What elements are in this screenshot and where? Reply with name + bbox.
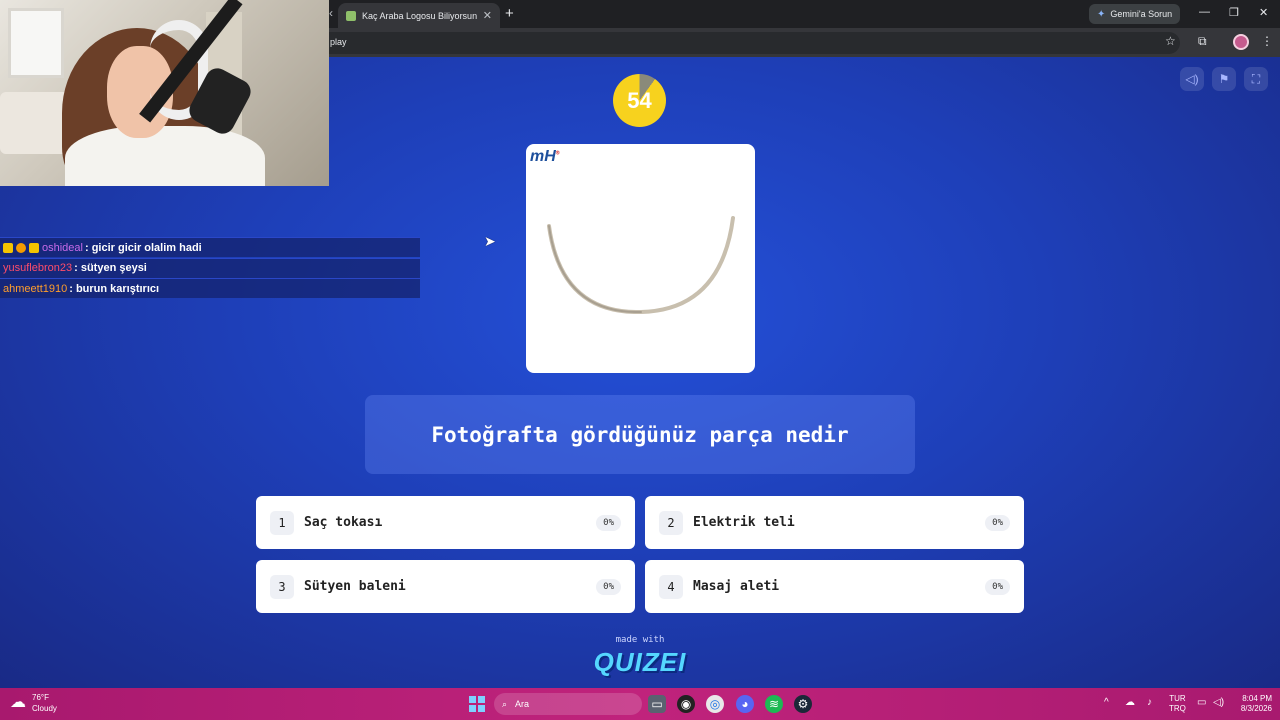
minimize-button[interactable]: — bbox=[1199, 6, 1210, 18]
mouse-cursor-icon: ➤ bbox=[484, 233, 496, 249]
extensions-icon[interactable]: ⧉ bbox=[1198, 34, 1207, 49]
search-placeholder: Ara bbox=[515, 699, 530, 709]
image-brand-logo: mH® bbox=[530, 148, 560, 165]
tab-scroll-left-icon[interactable]: ‹ bbox=[329, 6, 333, 20]
new-tab-button[interactable]: + bbox=[505, 5, 514, 22]
clock-time: 8:04 PM bbox=[1242, 694, 1272, 703]
answer-number: 1 bbox=[270, 510, 294, 535]
spotify-icon[interactable]: ≋ bbox=[765, 695, 783, 713]
cloud-icon: ☁ bbox=[10, 694, 26, 711]
network-icon[interactable]: ▭ bbox=[1197, 697, 1206, 708]
taskbar-search[interactable]: ⌕ Ara bbox=[494, 693, 642, 715]
windows-taskbar: ☁ 76°F Cloudy ⌕ Ara ▭ ◉ ◎ ◕ ≋ ⚙ ^ ☁ ♪ TU… bbox=[0, 688, 1280, 720]
chrome-icon[interactable]: ◎ bbox=[706, 695, 724, 713]
bookmark-star-icon[interactable]: ☆ bbox=[1165, 34, 1176, 48]
chat-text: : burun karıştırıcı bbox=[69, 282, 160, 295]
windows-start-icon[interactable] bbox=[469, 696, 485, 712]
question-image: mH® bbox=[526, 144, 755, 373]
maximize-button[interactable]: ❐ bbox=[1229, 6, 1239, 19]
browser-menu-icon[interactable]: ⋮ bbox=[1261, 34, 1273, 48]
chat-username[interactable]: oshideal bbox=[42, 242, 83, 254]
answer-option-4[interactable]: 4 Masaj aleti 0% bbox=[645, 560, 1024, 613]
weather-widget[interactable]: ☁ 76°F Cloudy bbox=[10, 692, 57, 714]
weather-condition: Cloudy bbox=[32, 704, 57, 713]
webcam-overlay bbox=[0, 0, 329, 186]
chat-text: : sütyen şeysi bbox=[74, 262, 147, 274]
answer-option-3[interactable]: 3 Sütyen baleni 0% bbox=[256, 560, 635, 613]
gemini-label: Gemini'a Sorun bbox=[1110, 9, 1173, 19]
system-clock[interactable]: 8:04 PM 8/3/2026 bbox=[1228, 694, 1272, 714]
answer-percent-badge: 0% bbox=[596, 578, 621, 595]
answer-number: 2 bbox=[659, 510, 683, 535]
chat-message: yusuflebron23 : sütyen şeysi bbox=[0, 257, 420, 278]
room-window bbox=[8, 8, 64, 78]
streamer-sweater bbox=[65, 126, 265, 186]
tab-close-icon[interactable]: ✕ bbox=[483, 9, 492, 22]
chat-overlay: oshideal : gicir gicir olalim hadi yusuf… bbox=[0, 237, 420, 299]
answer-label: Elektrik teli bbox=[693, 515, 795, 530]
file-explorer-icon[interactable]: ▭ bbox=[648, 695, 666, 713]
gemini-button[interactable]: ✦ Gemini'a Sorun bbox=[1089, 4, 1181, 24]
made-with-text: made with bbox=[615, 635, 665, 645]
countdown-timer: 54 bbox=[613, 74, 666, 127]
address-text: play bbox=[330, 37, 347, 47]
answer-number: 4 bbox=[659, 574, 683, 599]
chat-text: : gicir gicir olalim hadi bbox=[84, 241, 202, 254]
tab-title: Kaç Araba Logosu Biliyorsun? ( bbox=[362, 10, 477, 21]
chat-username[interactable]: ahmeett1910 bbox=[3, 283, 67, 295]
sub-badge-icon bbox=[16, 242, 26, 253]
weather-temperature: 76°F bbox=[32, 693, 49, 702]
answer-percent-badge: 0% bbox=[596, 514, 621, 531]
address-bar[interactable]: play bbox=[300, 32, 1180, 54]
chat-message: oshideal : gicir gicir olalim hadi bbox=[0, 237, 420, 257]
answer-label: Saç tokası bbox=[304, 515, 383, 530]
obs-icon[interactable]: ◉ bbox=[677, 695, 695, 713]
browser-tab-quiz[interactable]: Kaç Araba Logosu Biliyorsun? ( ✕ bbox=[338, 3, 500, 28]
answer-number: 3 bbox=[270, 574, 294, 599]
chat-username[interactable]: yusuflebron23 bbox=[3, 262, 72, 274]
gift-badge-icon bbox=[29, 242, 39, 253]
underwire-image bbox=[547, 216, 735, 314]
answer-label: Masaj aleti bbox=[693, 579, 780, 594]
answer-option-1[interactable]: 1 Saç tokası 0% bbox=[256, 496, 635, 549]
discord-icon[interactable]: ◕ bbox=[736, 695, 754, 713]
fullscreen-icon[interactable]: ⛶ bbox=[1244, 67, 1268, 91]
input-language[interactable]: TUR TRQ bbox=[1169, 694, 1186, 714]
sound-icon[interactable]: ◁) bbox=[1180, 67, 1204, 91]
tab-favicon-icon bbox=[346, 10, 356, 21]
clock-date: 8/3/2026 bbox=[1240, 704, 1272, 713]
gemini-sparkle-icon: ✦ bbox=[1097, 8, 1106, 20]
answer-label: Sütyen baleni bbox=[304, 579, 406, 594]
tray-overflow-icon[interactable]: ^ bbox=[1104, 697, 1109, 708]
profile-avatar[interactable] bbox=[1233, 34, 1249, 50]
crown-badge-icon bbox=[3, 242, 13, 253]
answer-option-2[interactable]: 2 Elektrik teli 0% bbox=[645, 496, 1024, 549]
close-window-button[interactable]: ✕ bbox=[1259, 6, 1268, 19]
answer-percent-badge: 0% bbox=[985, 514, 1010, 531]
chat-message: ahmeett1910 : burun karıştırıcı bbox=[0, 278, 420, 298]
volume-icon[interactable]: ◁) bbox=[1213, 697, 1224, 708]
answer-percent-badge: 0% bbox=[985, 578, 1010, 595]
search-icon: ⌕ bbox=[502, 698, 508, 709]
report-flag-icon[interactable]: ⚑ bbox=[1212, 67, 1236, 91]
cloud-sync-icon[interactable]: ☁ bbox=[1125, 697, 1135, 708]
question-text: Fotoğrafta gördüğünüz parça nedir bbox=[365, 395, 915, 474]
quizei-logo[interactable]: QUIZEI bbox=[580, 647, 700, 678]
steam-icon[interactable]: ⚙ bbox=[794, 695, 812, 713]
mic-tray-icon[interactable]: ♪ bbox=[1147, 697, 1152, 708]
